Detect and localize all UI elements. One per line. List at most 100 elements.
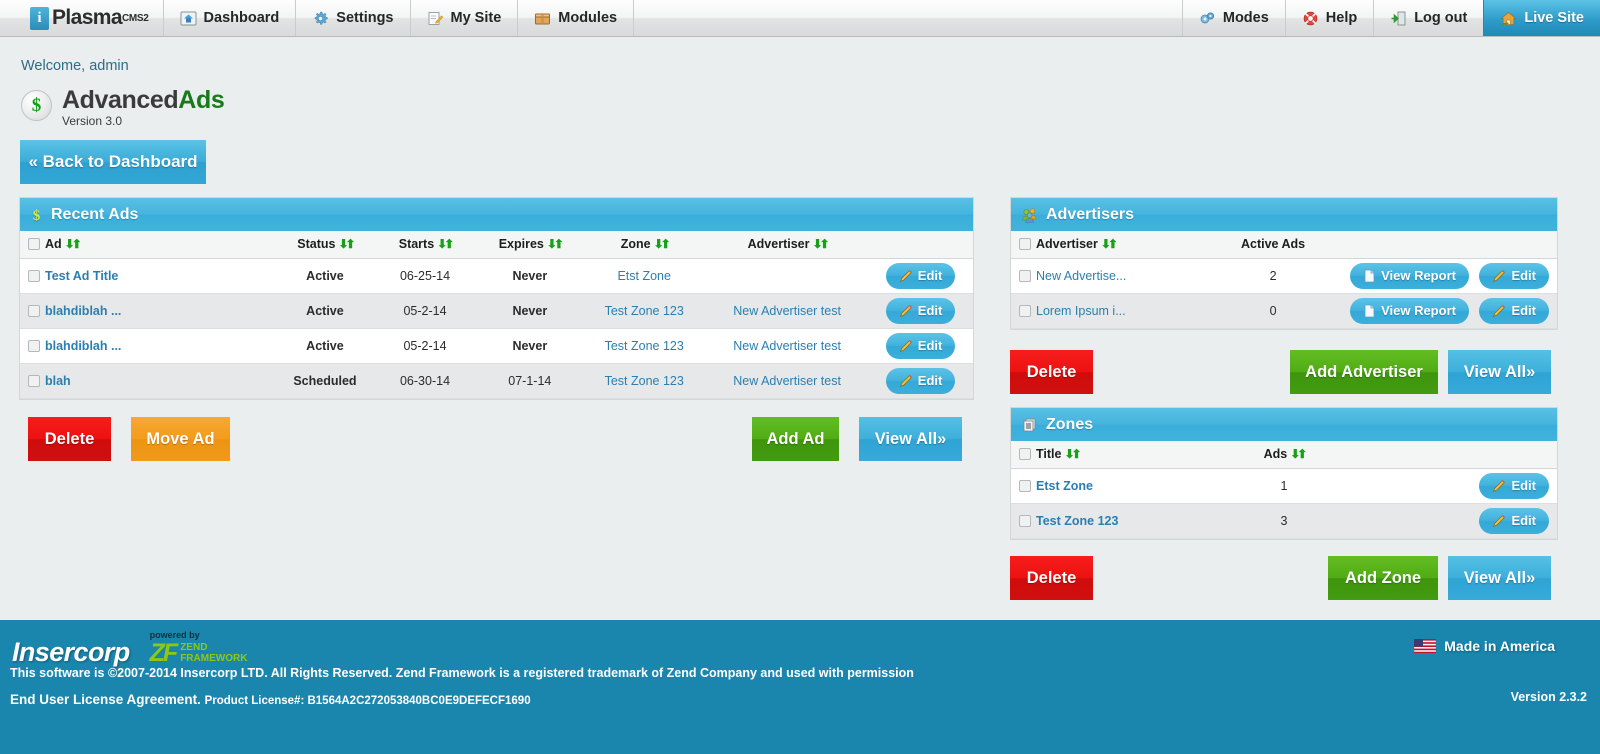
col-header-starts[interactable]: Starts ⬇⬆ — [372, 231, 478, 259]
zone-link[interactable]: Test Zone 123 — [1036, 514, 1118, 528]
zone-link[interactable]: Test Zone 123 — [605, 374, 684, 388]
edit-advertiser-button[interactable]: Edit — [1479, 262, 1549, 289]
table-header-row: Title ⬇⬆ Ads ⬇⬆ — [1011, 441, 1557, 469]
cell-advertiser: New Advertiser test — [706, 363, 868, 398]
cell-status: Scheduled — [293, 373, 357, 388]
sort-arrows-icon[interactable]: ⬇⬆ — [1064, 447, 1081, 461]
sort-arrows-icon[interactable]: ⬇⬆ — [547, 237, 564, 251]
document-icon — [1363, 269, 1376, 283]
select-all-ads-checkbox[interactable] — [28, 238, 40, 251]
col-header-title[interactable]: Title ⬇⬆ — [1011, 441, 1214, 469]
sort-arrows-icon[interactable]: ⬇⬆ — [338, 237, 355, 251]
table-row: blahdiblah ... Active 05-2-14 Never Test… — [20, 328, 973, 363]
nav-item-dashboard[interactable]: Dashboard — [164, 0, 297, 36]
nav-item-my-site[interactable]: My Site — [411, 0, 519, 36]
row-checkbox[interactable] — [28, 304, 40, 317]
move-ad-button[interactable]: Move Ad — [131, 417, 230, 461]
advertiser-link[interactable]: Lorem Ipsum i... — [1036, 304, 1126, 318]
pencil-icon — [1492, 514, 1506, 528]
zend-line1: ZEND — [180, 642, 208, 654]
view-all-ads-button[interactable]: View All» — [859, 417, 962, 461]
col-header-advertiser[interactable]: Advertiser ⬇⬆ — [706, 231, 869, 259]
sort-arrows-icon[interactable]: ⬇⬆ — [654, 237, 671, 251]
col-label-advertiser: Advertiser — [747, 237, 810, 252]
advertiser-link[interactable]: New Advertiser test — [733, 374, 841, 388]
ad-title-link[interactable]: blahdiblah ... — [45, 304, 121, 318]
zone-link[interactable]: Etst Zone — [617, 269, 671, 283]
nav-item-settings[interactable]: Settings — [296, 0, 411, 36]
table-row: New Advertise... 2 View Report Edit — [1011, 258, 1557, 293]
select-all-zones-checkbox[interactable] — [1019, 448, 1031, 461]
nav-label-logout: Log out — [1414, 10, 1468, 26]
sort-arrows-icon[interactable]: ⬇⬆ — [812, 237, 829, 251]
edit-label: Edit — [1511, 303, 1536, 318]
eula-link[interactable]: End User License Agreement. — [10, 692, 201, 707]
sort-arrows-icon[interactable]: ⬇⬆ — [65, 237, 82, 251]
document-icon — [1363, 304, 1376, 318]
edit-ad-button[interactable]: Edit — [885, 297, 956, 324]
col-header-zone[interactable]: Zone ⬇⬆ — [582, 231, 707, 259]
page-title-part2: Ads — [178, 86, 225, 114]
zone-link[interactable]: Test Zone 123 — [605, 339, 684, 353]
advertiser-link[interactable]: New Advertise... — [1036, 269, 1126, 283]
edit-ad-button[interactable]: Edit — [885, 262, 956, 289]
row-checkbox[interactable] — [1019, 479, 1031, 492]
cell-active-ads: 2 — [1269, 268, 1277, 283]
zone-link[interactable]: Etst Zone — [1036, 479, 1093, 493]
nav-item-modes[interactable]: Modes — [1181, 0, 1285, 36]
ad-title-link[interactable]: Test Ad Title — [45, 269, 118, 283]
nav-item-logout[interactable]: Log out — [1373, 0, 1483, 36]
edit-label: Edit — [1511, 478, 1536, 493]
sort-arrows-icon[interactable]: ⬇⬆ — [437, 237, 454, 251]
view-all-advertisers-button[interactable]: View All» — [1448, 350, 1551, 394]
col-header-status[interactable]: Status ⬇⬆ — [277, 231, 373, 259]
view-report-button[interactable]: View Report — [1350, 262, 1469, 289]
col-header-ad[interactable]: Ad ⬇⬆ — [20, 231, 278, 259]
col-header-advertiser[interactable]: Advertiser ⬇⬆ — [1011, 231, 1214, 259]
delete-ads-button[interactable]: Delete — [28, 417, 111, 461]
edit-zone-button[interactable]: Edit — [1479, 507, 1549, 534]
sort-arrows-icon[interactable]: ⬇⬆ — [1101, 237, 1118, 251]
nav-item-modules[interactable]: Modules — [518, 0, 635, 36]
table-header-row: Advertiser ⬇⬆ Active Ads — [1011, 231, 1557, 259]
add-ad-button[interactable]: Add Ad — [752, 417, 839, 461]
delete-zones-button[interactable]: Delete — [1010, 556, 1093, 600]
table-row: blah Scheduled 06-30-14 07-1-14 Test Zon… — [20, 363, 973, 398]
edit-zone-button[interactable]: Edit — [1479, 472, 1549, 499]
add-advertiser-button[interactable]: Add Advertiser — [1290, 350, 1438, 394]
edit-label: Edit — [917, 303, 943, 318]
row-checkbox[interactable] — [1019, 269, 1031, 282]
row-checkbox[interactable] — [28, 269, 40, 282]
row-checkbox[interactable] — [28, 374, 40, 387]
add-zone-button[interactable]: Add Zone — [1328, 556, 1438, 600]
nav-label-settings: Settings — [336, 10, 394, 26]
edit-ad-button[interactable]: Edit — [885, 332, 956, 359]
edit-label: Edit — [917, 338, 943, 353]
brand-logo[interactable]: i Plasma CMS2 — [0, 0, 164, 36]
select-all-advertisers-checkbox[interactable] — [1019, 238, 1031, 251]
row-checkbox[interactable] — [28, 339, 40, 352]
advertiser-link[interactable]: New Advertiser test — [733, 304, 841, 318]
col-header-ads[interactable]: Ads ⬇⬆ — [1213, 441, 1355, 469]
sort-arrows-icon[interactable]: ⬇⬆ — [1290, 447, 1307, 461]
dashboard-icon — [180, 10, 197, 27]
nav-item-help[interactable]: Help — [1284, 0, 1373, 36]
nav-item-live-site[interactable]: Live Site — [1483, 0, 1600, 36]
advertisers-table: Advertiser ⬇⬆ Active Ads New Advertise...… — [1011, 231, 1557, 329]
ad-title-link[interactable]: blah — [45, 374, 71, 388]
view-report-button[interactable]: View Report — [1350, 297, 1469, 324]
col-header-expires[interactable]: Expires ⬇⬆ — [477, 231, 583, 259]
zone-link[interactable]: Test Zone 123 — [605, 304, 684, 318]
row-checkbox[interactable] — [1019, 514, 1031, 527]
cell-zone: Test Zone 123 — [582, 293, 706, 328]
edit-ad-button[interactable]: Edit — [885, 367, 956, 394]
advertiser-link[interactable]: New Advertiser test — [733, 339, 841, 353]
edit-advertiser-button[interactable]: Edit — [1479, 297, 1549, 324]
row-checkbox[interactable] — [1019, 304, 1031, 317]
table-row: Test Zone 123 3 Edit — [1011, 503, 1557, 538]
footer-version: Version 2.3.2 — [1510, 690, 1587, 704]
back-to-dashboard-button[interactable]: « Back to Dashboard — [20, 140, 206, 184]
ad-title-link[interactable]: blahdiblah ... — [45, 339, 121, 353]
view-all-zones-button[interactable]: View All» — [1448, 556, 1551, 600]
delete-advertisers-button[interactable]: Delete — [1010, 350, 1093, 394]
